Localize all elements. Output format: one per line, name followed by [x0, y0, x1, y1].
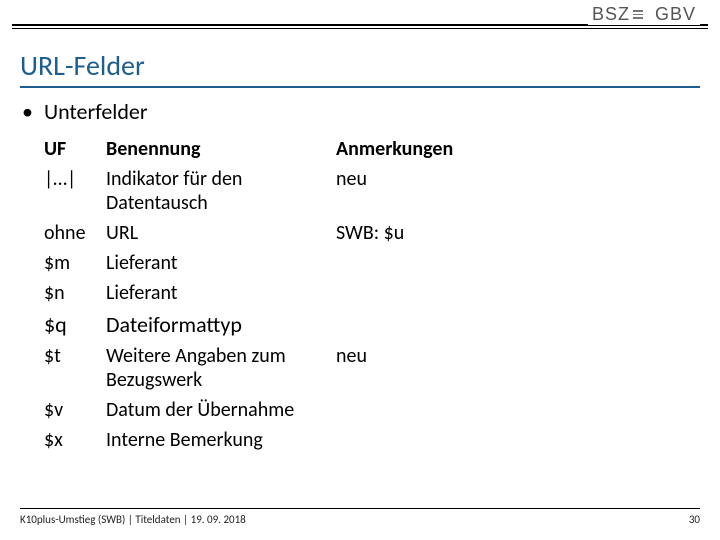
cell-benennung: Lieferant [106, 278, 336, 308]
table-row: $qDateiformattyp [44, 308, 516, 341]
table-body: |…|Indikator für den DatentauschneuohneU… [44, 164, 516, 455]
cell-uf: $q [44, 308, 106, 341]
subfields-table: UF Benennung Anmerkungen |…|Indikator fü… [44, 134, 516, 455]
logo-gbv-text: GBV [655, 4, 696, 25]
col-header-anm: Anmerkungen [336, 134, 516, 164]
bullet-line: • Unterfelder [22, 98, 148, 125]
cell-anmerkungen: neu [336, 164, 516, 218]
cell-uf: $m [44, 248, 106, 278]
page-number: 30 [689, 513, 700, 526]
table-row: $nLieferant [44, 278, 516, 308]
col-header-uf: UF [44, 134, 106, 164]
logo-group: BSZ GBV [588, 4, 700, 25]
logo-bars-icon [633, 10, 643, 19]
table-row: ohneURLSWB: $u [44, 218, 516, 248]
cell-anmerkungen [336, 425, 516, 455]
cell-anmerkungen [336, 395, 516, 425]
cell-benennung: Weitere Angaben zum Bezugswerk [106, 341, 336, 395]
cell-benennung: Lieferant [106, 248, 336, 278]
footer-text: K10plus-Umstieg (SWB) | Titeldaten | 19.… [20, 513, 246, 526]
cell-anmerkungen [336, 248, 516, 278]
logo-bsz: BSZ [592, 4, 643, 25]
table-row: $vDatum der Übernahme [44, 395, 516, 425]
cell-uf: $t [44, 341, 106, 395]
bullet-text: Unterfelder [44, 98, 148, 125]
logo-bsz-text: BSZ [592, 4, 630, 25]
cell-benennung: URL [106, 218, 336, 248]
header-rule-thin [12, 28, 708, 29]
cell-benennung: Dateiformattyp [106, 308, 336, 341]
cell-uf: |…| [44, 164, 106, 218]
table-row: $mLieferant [44, 248, 516, 278]
logo-gbv: GBV [655, 4, 696, 25]
table-row: $xInterne Bemerkung [44, 425, 516, 455]
cell-anmerkungen: neu [336, 341, 516, 395]
cell-anmerkungen [336, 278, 516, 308]
cell-uf: ohne [44, 218, 106, 248]
cell-benennung: Datum der Übernahme [106, 395, 336, 425]
cell-benennung: Indikator für den Datentausch [106, 164, 336, 218]
slide-title: URL-Felder [20, 48, 700, 88]
table-row: |…|Indikator für den Datentauschneu [44, 164, 516, 218]
bullet-dot-icon: • [22, 98, 33, 125]
cell-uf: $x [44, 425, 106, 455]
cell-benennung: Interne Bemerkung [106, 425, 336, 455]
footer: K10plus-Umstieg (SWB) | Titeldaten | 19.… [20, 508, 700, 526]
col-header-ben: Benennung [106, 134, 336, 164]
cell-uf: $v [44, 395, 106, 425]
cell-uf: $n [44, 278, 106, 308]
cell-anmerkungen: SWB: $u [336, 218, 516, 248]
cell-anmerkungen [336, 308, 516, 341]
table-header-row: UF Benennung Anmerkungen [44, 134, 516, 164]
table-row: $tWeitere Angaben zum Bezugswerkneu [44, 341, 516, 395]
